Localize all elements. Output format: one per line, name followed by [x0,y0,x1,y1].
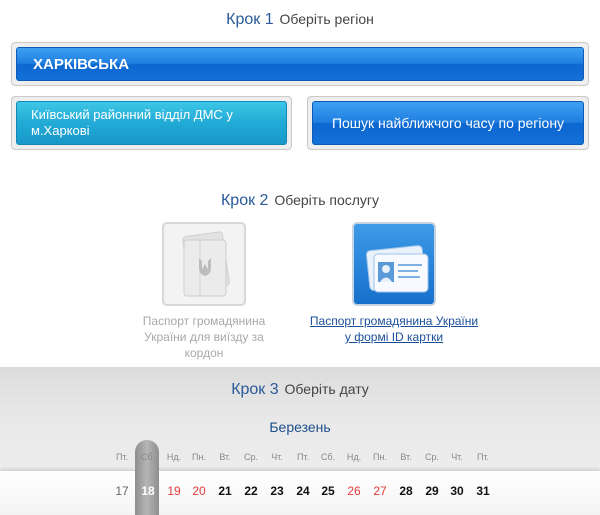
step1-number: Крок 1 [226,11,274,28]
weekday-label: Чт. [271,452,283,462]
step1-heading: Крок 1 Оберіть регіон [0,11,600,29]
step3-heading: Крок 3 Оберіть дату [0,381,600,399]
step1-text: Оберіть регіон [279,11,374,27]
weekday-label: Пт. [296,452,310,462]
weekday-label: Ср. [243,452,258,462]
calendar-day[interactable]: 22 [238,484,264,498]
service-id-card-label[interactable]: Паспорт громадянина України у формі ID к… [309,313,479,345]
weekday-label: Сб. [320,452,336,462]
step2-text: Оберіть послугу [274,192,380,208]
office-button-frame: Київський районний відділ ДМС у м.Харков… [11,96,292,150]
region-select-frame: ХАРКІВСЬКА [11,42,589,86]
office-button[interactable]: Київський районний відділ ДМС у м.Харков… [16,101,287,145]
search-button-label: Пошук найближчого часу по регіону [331,115,565,131]
service-foreign-passport[interactable] [162,222,246,306]
calendar-day-selected[interactable]: 18 [135,484,161,498]
calendar-day[interactable]: 30 [444,484,470,498]
search-button-frame: Пошук найближчого часу по регіону [307,96,589,150]
calendar-day: 17 [115,484,129,498]
calendar-day[interactable]: 28 [393,484,419,498]
calendar-day[interactable]: 29 [419,484,445,498]
step3-number: Крок 3 [231,381,279,398]
calendar-month: Березень [269,419,331,435]
service-foreign-passport-label: Паспорт громадянина України для виїзду з… [142,314,266,360]
calendar-section: Крок 3 Оберіть дату Березень Пт. Сб. Нд. Пн… [0,367,600,515]
weekday-label: Сб. [140,452,156,462]
calendar-day[interactable]: 26 [341,484,367,498]
region-select[interactable]: ХАРКІВСЬКА [16,47,584,81]
weekday-label: Пн. [192,452,206,462]
weekday-label: Пт. [476,452,490,462]
service-id-card[interactable] [352,222,436,306]
passport-icon [182,231,230,297]
calendar-day[interactable]: 31 [470,484,496,498]
weekday-label: Ср. [424,452,439,462]
calendar-day[interactable]: 24 [290,484,316,498]
calendar-day[interactable]: 20 [186,484,212,498]
weekday-label: Нд. [346,452,362,462]
step3-text: Оберіть дату [284,381,369,397]
calendar-day[interactable]: 25 [315,484,341,498]
calendar-day[interactable]: 23 [264,484,290,498]
step2-number: Крок 2 [220,192,269,209]
office-button-label: Київський районний відділ ДМС у м.Харков… [31,107,233,138]
weekday-label: Вт. [219,452,231,462]
weekday-label: Пт. [115,452,129,462]
weekday-label: Нд. [166,452,182,462]
calendar-day[interactable]: 27 [367,484,393,498]
calendar-day[interactable]: 19 [161,484,187,498]
search-nearest-time-button[interactable]: Пошук найближчого часу по регіону [312,101,584,145]
id-card-icon [365,245,429,293]
step2-heading: Крок 2 Оберіть послугу [0,192,600,210]
calendar-day[interactable]: 21 [212,484,238,498]
region-select-value: ХАРКІВСЬКА [33,55,130,73]
weekday-label: Пн. [373,452,387,462]
weekday-label: Чт. [451,452,463,462]
weekday-label: Вт. [400,452,412,462]
